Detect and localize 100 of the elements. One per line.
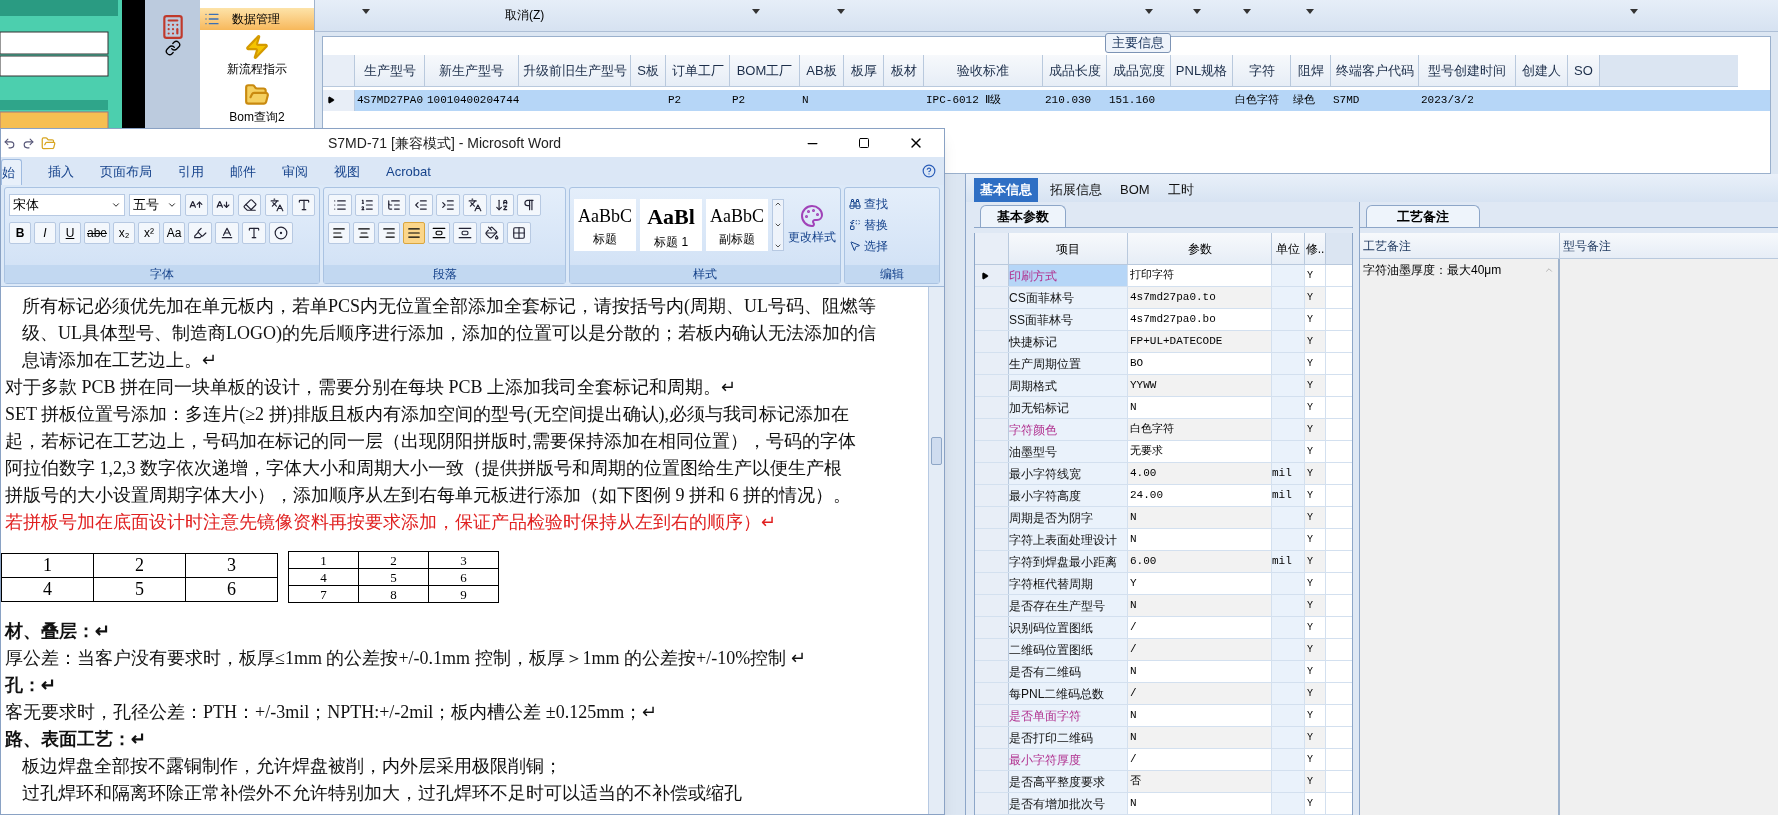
column-header[interactable]: 型号创建时间 <box>1419 54 1516 87</box>
toolbar-button[interactable] <box>328 194 352 216</box>
style-preview[interactable]: AaBl 标题 1 <box>640 199 703 251</box>
tab[interactable]: BOM <box>1114 178 1156 202</box>
nav-item[interactable]: Bom查询2 <box>200 82 314 126</box>
align-button[interactable] <box>403 222 425 244</box>
edit-command[interactable]: 替换 <box>849 215 935 234</box>
toolbar-button[interactable] <box>215 222 240 244</box>
column-header[interactable]: 型号备注 <box>1560 233 1778 258</box>
dropdown-caret-icon[interactable] <box>362 9 370 14</box>
more-icon[interactable] <box>774 242 783 250</box>
dropdown-caret-icon[interactable] <box>1630 9 1638 14</box>
column-header[interactable]: BOM工厂 <box>730 54 800 87</box>
dropdown-caret-icon[interactable] <box>111 200 122 210</box>
style-preview[interactable]: AaBbC 副标题 <box>706 199 769 251</box>
ribbon-tab[interactable]: 审阅 <box>270 159 320 185</box>
font-size-field[interactable]: 五号 <box>129 194 181 216</box>
toolbar-button[interactable] <box>265 194 289 216</box>
toolbar-button[interactable] <box>269 222 294 244</box>
nav-item[interactable]: 新流程指示 <box>200 34 314 78</box>
change-styles-button[interactable]: 更改样式 <box>788 204 836 246</box>
dropdown-caret-icon[interactable] <box>166 200 177 210</box>
tab[interactable]: 基本信息 <box>974 178 1038 202</box>
vertical-scrollbar[interactable] <box>928 287 944 814</box>
column-header[interactable]: 字符 <box>1233 54 1291 87</box>
column-header[interactable]: SO <box>1568 54 1600 87</box>
toolbar-button[interactable] <box>436 194 460 216</box>
column-header[interactable]: 修.. <box>1305 233 1326 264</box>
column-header[interactable]: 订单工厂 <box>666 54 730 87</box>
scroll-up-icon[interactable] <box>774 200 783 208</box>
edit-command[interactable]: 选择 <box>849 236 935 255</box>
toolbar-button[interactable] <box>292 194 315 216</box>
format-button[interactable]: x² <box>138 222 161 244</box>
column-header[interactable]: 成品宽度 <box>1107 54 1171 87</box>
edit-command[interactable]: 查找 <box>849 194 935 213</box>
column-header[interactable]: 成品长度 <box>1043 54 1107 87</box>
column-header[interactable]: 阻焊 <box>1291 54 1331 87</box>
column-header[interactable]: 生产型号 <box>355 54 425 87</box>
nav-item[interactable]: 数据管理 <box>200 8 314 30</box>
toolbar-button[interactable] <box>453 222 477 244</box>
column-header[interactable]: 验收标准 <box>924 54 1043 87</box>
dropdown-caret-icon[interactable] <box>837 9 845 14</box>
gallery-scrollbar[interactable] <box>772 199 784 251</box>
scroll-thumb[interactable] <box>931 437 942 465</box>
column-header[interactable]: AB板 <box>800 54 844 87</box>
format-button[interactable]: abe <box>84 222 111 244</box>
sub-tab[interactable]: 基本参数 <box>980 205 1066 227</box>
tab[interactable]: 拓展信息 <box>1044 178 1108 202</box>
toolbar-button[interactable] <box>184 194 208 216</box>
ribbon-tab[interactable]: 插入 <box>36 159 86 185</box>
toolbar-button[interactable] <box>211 194 235 216</box>
undo-icon[interactable] <box>3 136 16 150</box>
toolbar-button[interactable] <box>409 194 433 216</box>
column-header[interactable]: 工艺备注 <box>1360 233 1560 258</box>
toolbar-button[interactable] <box>188 222 213 244</box>
row-header[interactable] <box>975 265 1009 286</box>
ribbon-tab[interactable]: 引用 <box>166 159 216 185</box>
ribbon-tab[interactable]: 视图 <box>322 159 372 185</box>
style-preview[interactable]: AaBbC 标题 <box>574 199 637 251</box>
dropdown-caret-icon[interactable] <box>1243 9 1251 14</box>
toolbar-button[interactable] <box>382 194 406 216</box>
column-header[interactable]: 板厚 <box>844 54 884 87</box>
align-button[interactable] <box>378 222 400 244</box>
ribbon-tab[interactable]: 始 <box>1 159 22 185</box>
toolbar-button[interactable] <box>355 194 379 216</box>
table-row[interactable]: 4S7MD27PA0 10010400204744 P2 P2 N IPC-6012 Ⅱ级 210.030 151.160 白色字符 绿色 S7MD 2023/3/2 <box>323 89 1770 111</box>
format-button[interactable]: Aa <box>163 222 186 244</box>
column-header[interactable]: 升级前旧生产型号 <box>519 54 631 87</box>
tab[interactable]: 工时 <box>1161 178 1200 202</box>
toolbar-button[interactable] <box>507 222 531 244</box>
dropdown-caret-icon[interactable] <box>1193 9 1201 14</box>
dropdown-caret-icon[interactable] <box>752 9 760 14</box>
column-header[interactable]: 创建人 <box>1516 54 1568 87</box>
toolbar-button[interactable] <box>480 222 504 244</box>
ribbon-tab[interactable]: 页面布局 <box>88 159 164 185</box>
font-name-field[interactable]: 宋体 <box>9 194 126 216</box>
column-header[interactable]: 终端客户代码 <box>1331 54 1419 87</box>
align-button[interactable] <box>428 222 450 244</box>
column-header[interactable]: 参数 <box>1128 233 1272 264</box>
align-button[interactable] <box>353 222 375 244</box>
ribbon-tab[interactable]: Acrobat <box>374 159 443 185</box>
column-header[interactable]: 单位 <box>1272 233 1305 264</box>
toolbar-button[interactable] <box>242 222 267 244</box>
toolbar-button[interactable] <box>490 194 514 216</box>
format-button[interactable]: I <box>34 222 56 244</box>
column-header[interactable]: 新生产型号 <box>425 54 519 87</box>
sub-tab[interactable]: 工艺备注 <box>1366 205 1480 227</box>
dropdown-caret-icon[interactable] <box>1306 9 1314 14</box>
column-header[interactable]: 板材 <box>884 54 924 87</box>
ribbon-tab[interactable]: 邮件 <box>218 159 268 185</box>
toolbar-button[interactable] <box>517 194 541 216</box>
maximize-icon[interactable] <box>858 137 870 149</box>
column-header[interactable]: 项目 <box>1009 233 1128 264</box>
scroll-down-icon[interactable] <box>774 221 783 229</box>
format-button[interactable]: x₂ <box>113 222 136 244</box>
dropdown-caret-icon[interactable] <box>1145 9 1153 14</box>
cancel-button[interactable]: 取消(Z) <box>505 6 545 24</box>
column-header[interactable]: PNL规格 <box>1171 54 1233 87</box>
column-header[interactable]: S板 <box>631 54 666 87</box>
format-button[interactable]: U <box>59 222 81 244</box>
